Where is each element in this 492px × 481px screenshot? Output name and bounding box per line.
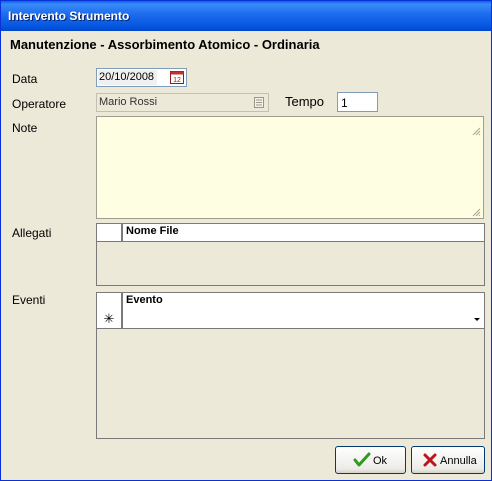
- date-field[interactable]: 20/10/2008 12: [96, 68, 187, 87]
- column-header-evento[interactable]: Evento: [126, 294, 163, 306]
- eventi-label: Eventi: [12, 293, 46, 307]
- annulla-button-label: Annulla: [440, 455, 477, 467]
- window-title: Intervento Strumento: [8, 9, 130, 23]
- eventi-grid[interactable]: Evento ✳: [96, 292, 485, 439]
- title-bar[interactable]: Intervento Strumento: [1, 1, 491, 31]
- allegati-label: Allegati: [12, 226, 52, 240]
- resize-grip-icon: [471, 125, 481, 136]
- new-row[interactable]: ✳: [97, 310, 484, 329]
- tempo-label: Tempo: [285, 94, 325, 109]
- svg-text:12: 12: [173, 77, 181, 84]
- date-value: 20/10/2008: [99, 71, 155, 83]
- dropdown-arrow-icon[interactable]: [471, 312, 483, 325]
- ok-button-label: Ok: [373, 455, 388, 467]
- dialog-window: Intervento Strumento Manutenzione - Asso…: [0, 0, 492, 481]
- allegati-grid[interactable]: Nome File: [96, 223, 485, 286]
- calendar-icon[interactable]: 12: [169, 70, 185, 85]
- row-header-corner: [97, 224, 123, 241]
- operatore-field[interactable]: Mario Rossi: [96, 93, 269, 112]
- ok-button[interactable]: Ok: [335, 446, 406, 474]
- allegati-grid-header: Nome File: [97, 224, 484, 242]
- operatore-label: Operatore: [12, 97, 67, 111]
- row-header-corner: [97, 293, 123, 310]
- annulla-button[interactable]: Annulla: [411, 446, 485, 474]
- tempo-value: 1: [341, 96, 348, 110]
- form-heading: Manutenzione - Assorbimento Atomico - Or…: [10, 37, 320, 52]
- resize-grip-icon[interactable]: [471, 206, 481, 217]
- column-header-nome-file[interactable]: Nome File: [126, 225, 179, 237]
- data-label: Data: [12, 72, 38, 86]
- note-label: Note: [12, 121, 38, 135]
- note-textarea[interactable]: [96, 116, 484, 219]
- lookup-list-icon[interactable]: [251, 95, 267, 110]
- check-icon: [353, 452, 371, 467]
- tempo-field[interactable]: 1: [337, 92, 378, 112]
- x-cancel-icon: [423, 453, 437, 467]
- operatore-value: Mario Rossi: [99, 96, 158, 108]
- new-row-marker: ✳: [97, 310, 123, 328]
- eventi-grid-header: Evento: [97, 293, 484, 311]
